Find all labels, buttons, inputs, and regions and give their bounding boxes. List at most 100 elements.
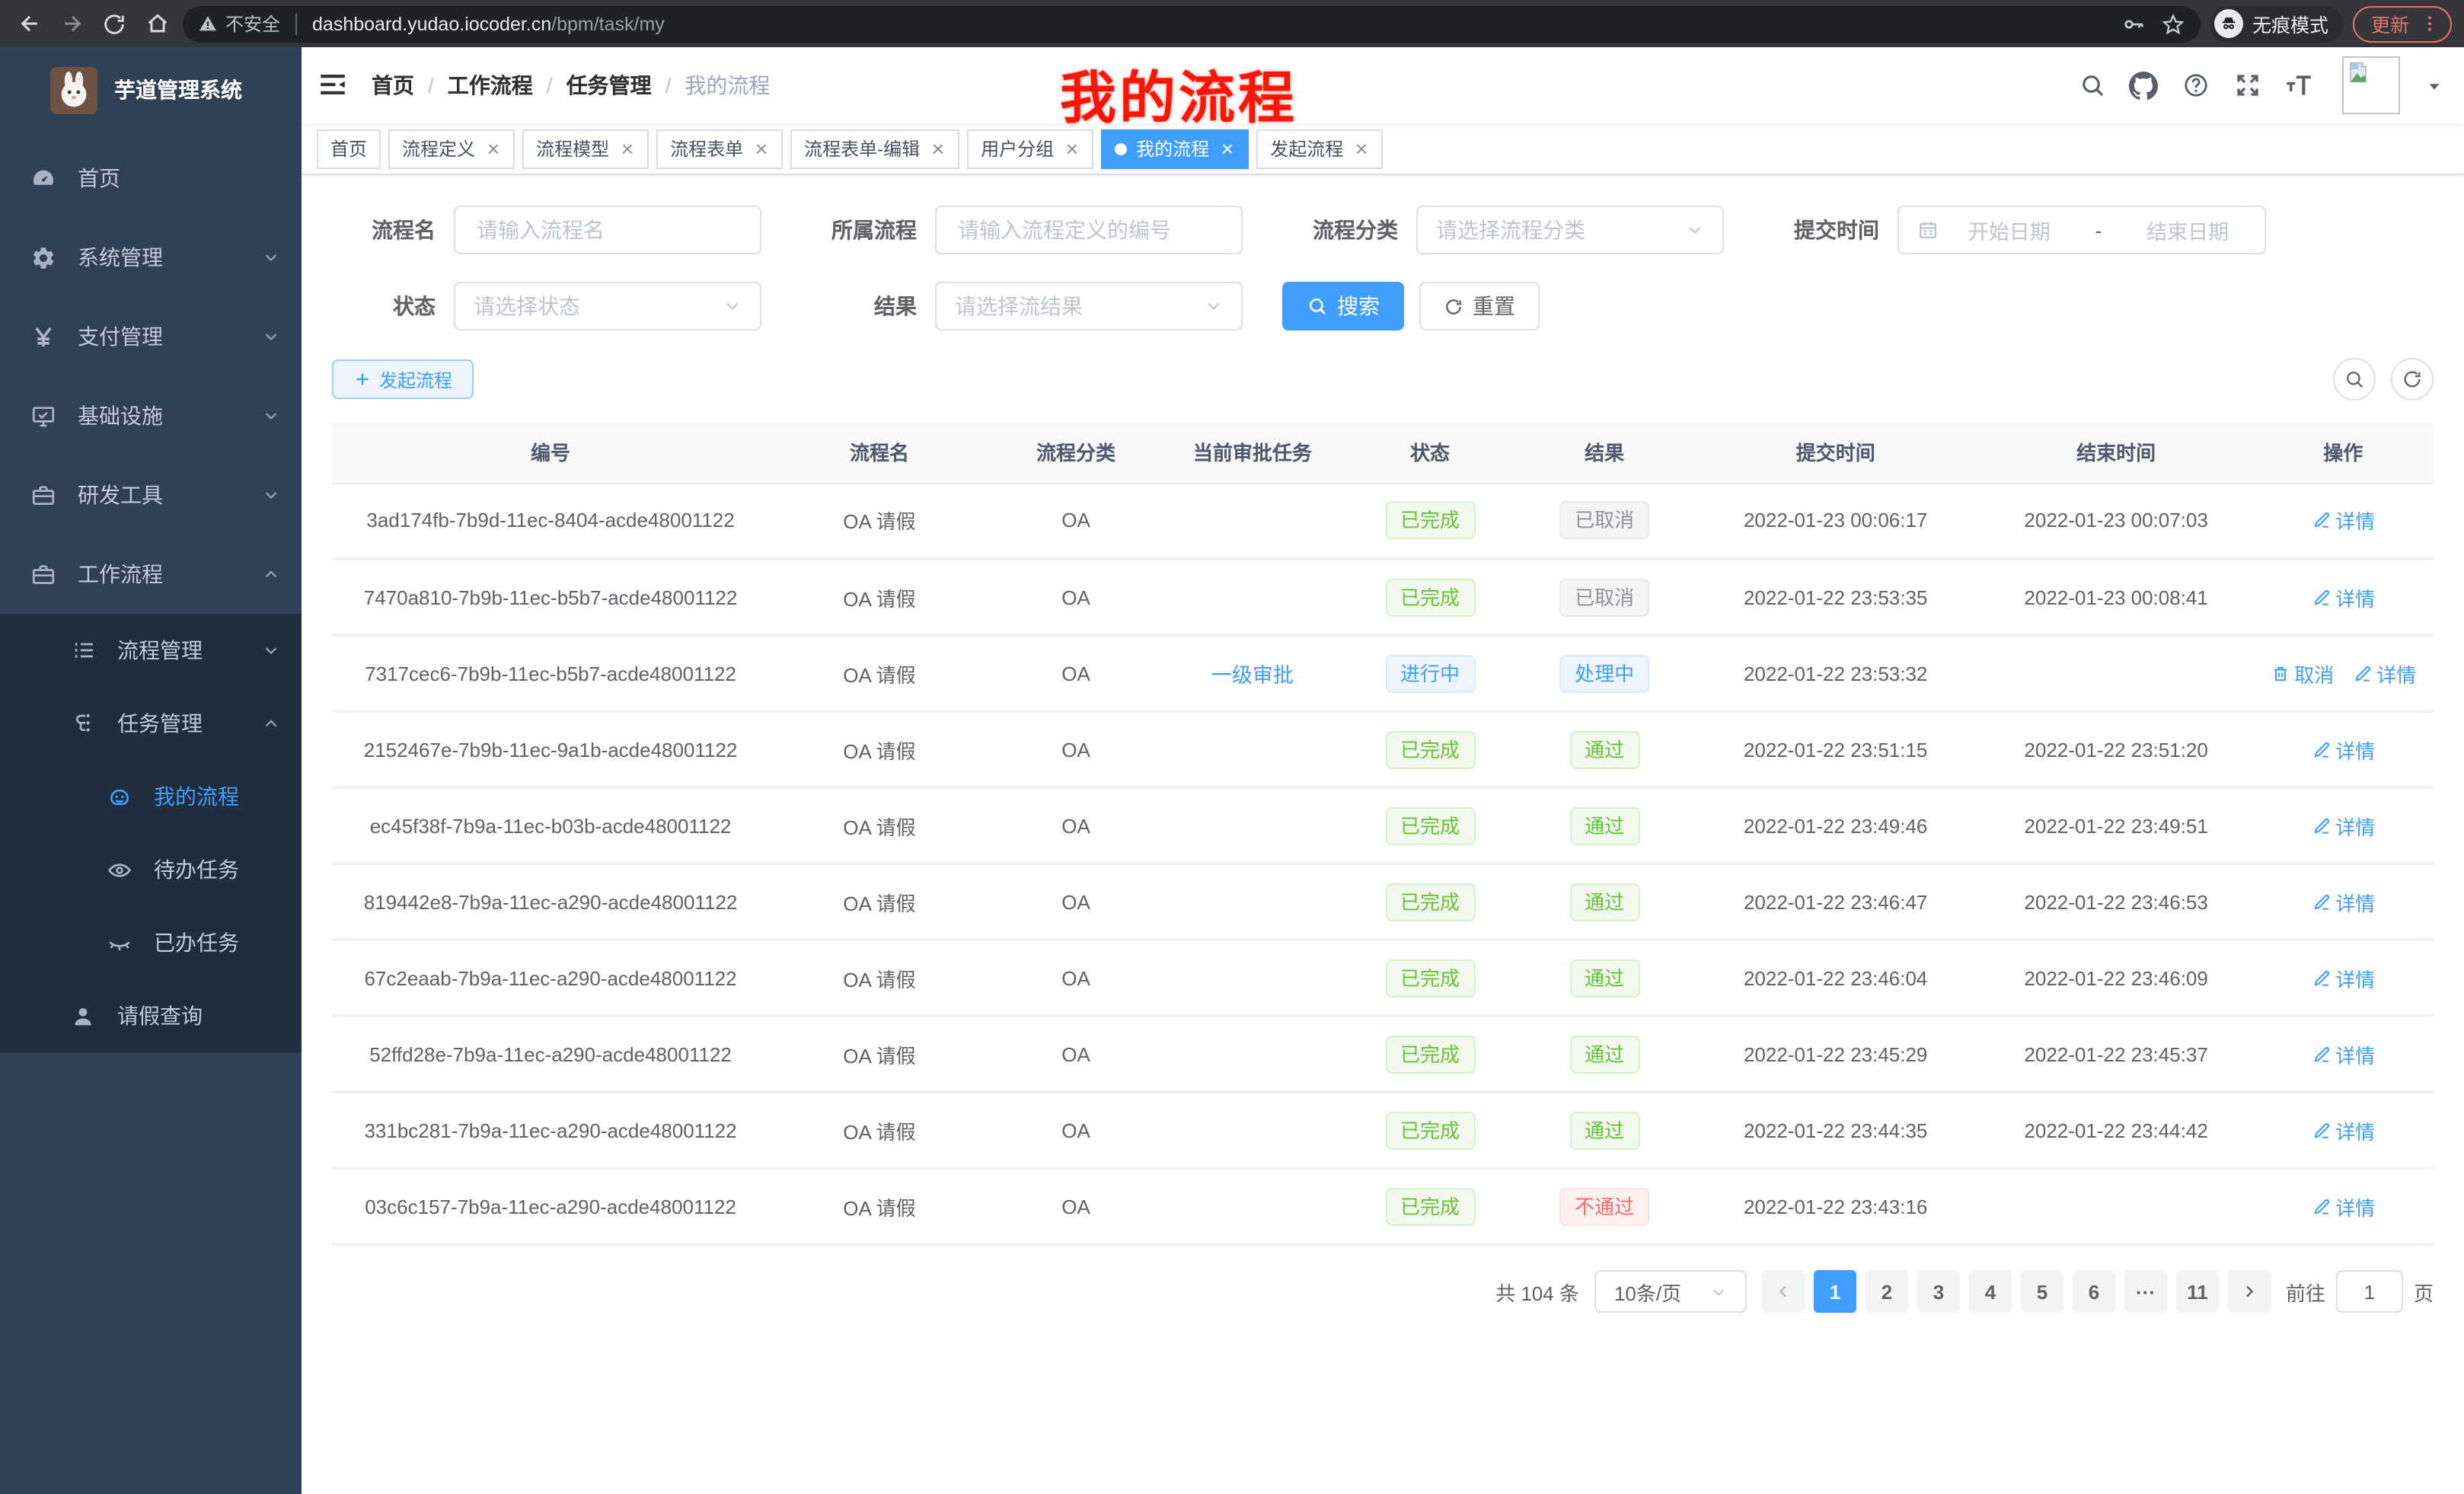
sidebar-item-task-management[interactable]: 任务管理 — [0, 687, 302, 760]
process-id: 331bc281-7b9a-11ec-a290-acde48001122 — [332, 1092, 769, 1168]
search-button[interactable]: 搜索 — [1282, 282, 1404, 330]
detail-link[interactable]: 详情 — [2311, 887, 2375, 916]
address-bar[interactable]: 不安全 dashboard.yudao.iocoder.cn/bpm/task/… — [183, 5, 2201, 42]
sidebar-item-leave-query[interactable]: 请假查询 — [0, 979, 302, 1052]
app-logo[interactable]: 芋道管理系统 — [0, 47, 302, 132]
avatar-caret-icon[interactable] — [2426, 77, 2443, 94]
detail-link[interactable]: 详情 — [2311, 1116, 2375, 1144]
start-process-button[interactable]: 发起流程 — [332, 359, 474, 399]
close-icon[interactable] — [929, 140, 946, 157]
page-button-5[interactable]: 5 — [2021, 1270, 2063, 1313]
process-name-input[interactable] — [454, 206, 761, 254]
browser-home-icon[interactable] — [140, 7, 174, 40]
site-security[interactable]: 不安全 — [198, 11, 280, 37]
sidebar-item-done-tasks[interactable]: 已办任务 — [0, 906, 302, 979]
kebab-menu-icon[interactable] — [2420, 14, 2440, 34]
sidebar-item-todo-tasks[interactable]: 待办任务 — [0, 833, 302, 906]
robot-face-icon — [107, 784, 132, 809]
sidebar-item-process-management[interactable]: 流程管理 — [0, 614, 302, 687]
update-chrome-button[interactable]: 更新 — [2353, 5, 2452, 42]
detail-link[interactable]: 详情 — [2311, 811, 2375, 840]
chevron-down-icon — [262, 327, 280, 346]
page-button-2[interactable]: 2 — [1866, 1270, 1908, 1313]
help-icon[interactable] — [2181, 71, 2210, 100]
status-label: 状态 — [332, 291, 454, 321]
page-size-select[interactable]: 10条/页 — [1594, 1270, 1747, 1313]
sidebar-item-infrastructure[interactable]: 基础设施 — [0, 376, 302, 455]
detail-link[interactable]: 详情 — [2311, 1039, 2375, 1068]
header-search-icon[interactable] — [2077, 71, 2106, 100]
font-size-icon[interactable] — [2284, 71, 2313, 100]
status-badge: 已完成 — [1385, 806, 1475, 844]
page-button-1[interactable]: 1 — [1814, 1270, 1856, 1313]
result-label: 结果 — [807, 291, 935, 321]
status-badge: 已完成 — [1385, 730, 1475, 768]
page-button-11[interactable]: 11 — [2176, 1270, 2219, 1313]
password-key-icon[interactable] — [2121, 11, 2146, 36]
briefcase-icon — [30, 482, 56, 508]
col-category: 流程分类 — [990, 422, 1162, 483]
close-icon[interactable] — [1218, 140, 1235, 157]
breadcrumb-workflow[interactable]: 工作流程 — [448, 70, 533, 101]
monitor-icon — [30, 403, 56, 429]
process-name: OA 请假 — [769, 1092, 990, 1168]
tab-process-form-edit[interactable]: 流程表单-编辑 — [790, 129, 959, 168]
detail-link[interactable]: 详情 — [2311, 583, 2375, 611]
submit-time: 2022-01-23 00:06:17 — [1692, 483, 1980, 559]
breadcrumb-task-management[interactable]: 任务管理 — [567, 70, 652, 101]
breadcrumb-home[interactable]: 首页 — [372, 70, 414, 101]
process-definition-input[interactable] — [935, 206, 1243, 254]
sidebar-item-workflow[interactable]: 工作流程 — [0, 535, 302, 614]
result-select[interactable]: 请选择流结果 — [935, 282, 1243, 330]
detail-link[interactable]: 详情 — [2352, 659, 2416, 688]
current-task — [1162, 940, 1342, 1016]
detail-link[interactable]: 详情 — [2311, 963, 2375, 992]
cancel-link[interactable]: 取消 — [2270, 659, 2334, 688]
more-pages-button[interactable]: ··· — [2124, 1270, 2167, 1313]
tab-home[interactable]: 首页 — [317, 129, 381, 168]
close-icon[interactable] — [1063, 140, 1080, 157]
prev-page-button[interactable] — [1762, 1270, 1805, 1313]
tab-user-group[interactable]: 用户分组 — [967, 129, 1093, 168]
browser-back-icon[interactable] — [12, 7, 46, 40]
page-button-6[interactable]: 6 — [2073, 1270, 2115, 1313]
page-button-3[interactable]: 3 — [1917, 1270, 1960, 1313]
close-icon[interactable] — [618, 140, 635, 157]
tab-process-form[interactable]: 流程表单 — [656, 129, 783, 168]
tab-process-model[interactable]: 流程模型 — [522, 129, 649, 168]
fullscreen-icon[interactable] — [2233, 71, 2261, 100]
search-icon — [1307, 295, 1328, 317]
next-page-button[interactable] — [2228, 1270, 2271, 1313]
table-header-row: 编号 流程名 流程分类 当前审批任务 状态 结果 提交时间 结束时间 操作 — [332, 422, 2434, 483]
bookmark-star-icon[interactable] — [2161, 11, 2185, 36]
submit-time-range-picker[interactable]: 开始日期 - 结束日期 — [1897, 206, 2266, 254]
detail-link[interactable]: 详情 — [2311, 735, 2375, 764]
current-task-link[interactable]: 一级审批 — [1211, 658, 1294, 688]
sidebar-item-devtools[interactable]: 研发工具 — [0, 455, 302, 535]
sidebar-item-home[interactable]: 首页 — [0, 139, 302, 218]
table-row: 819442e8-7b9a-11ec-a290-acde48001122 OA … — [332, 864, 2434, 940]
browser-reload-icon[interactable] — [97, 7, 131, 40]
tab-my-process[interactable]: 我的流程 — [1101, 129, 1249, 168]
browser-forward-icon[interactable] — [55, 7, 88, 40]
status-select[interactable]: 请选择状态 — [454, 282, 761, 330]
avatar[interactable] — [2342, 56, 2400, 114]
close-icon[interactable] — [752, 140, 769, 157]
close-icon[interactable] — [484, 140, 501, 157]
detail-link[interactable]: 详情 — [2311, 1192, 2375, 1221]
toggle-search-button[interactable] — [2333, 358, 2376, 401]
detail-link[interactable]: 详情 — [2311, 506, 2375, 535]
close-icon[interactable] — [1352, 140, 1369, 157]
github-icon[interactable] — [2129, 71, 2158, 100]
reset-button[interactable]: 重置 — [1419, 282, 1540, 330]
sidebar-item-my-process[interactable]: 我的流程 — [0, 760, 302, 833]
sidebar-item-system[interactable]: 系统管理 — [0, 218, 302, 297]
sidebar-item-payment[interactable]: 支付管理 — [0, 297, 302, 376]
tab-start-process[interactable]: 发起流程 — [1256, 129, 1383, 168]
goto-page-input[interactable] — [2336, 1270, 2403, 1313]
page-button-4[interactable]: 4 — [1969, 1270, 2012, 1313]
sidebar-collapse-icon[interactable] — [317, 69, 350, 102]
process-category-select[interactable]: 请选择流程分类 — [1416, 206, 1724, 254]
refresh-table-button[interactable] — [2391, 358, 2434, 401]
tab-process-definition[interactable]: 流程定义 — [388, 129, 515, 168]
